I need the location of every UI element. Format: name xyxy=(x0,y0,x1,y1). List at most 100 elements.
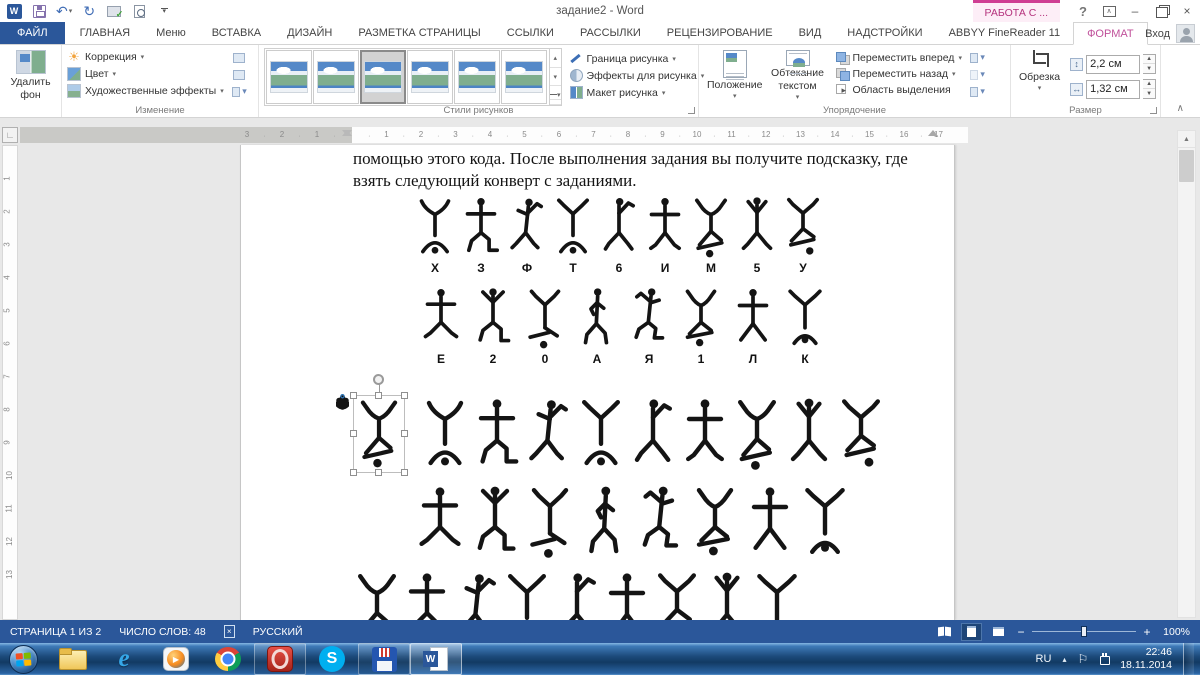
cipher-figure[interactable] xyxy=(837,395,885,475)
cipher-figure[interactable] xyxy=(471,483,519,563)
arrange-item[interactable]: Переместить назад▾ xyxy=(836,68,962,80)
picture-border-button[interactable]: Граница рисунка ▾ xyxy=(570,52,705,65)
cipher-figure[interactable]: 1 xyxy=(679,288,723,366)
picture-style-thumbnail[interactable] xyxy=(501,50,547,104)
arrange-item[interactable]: Область выделения xyxy=(836,84,962,96)
paragraph[interactable]: помощью этого кода. После выполнения зад… xyxy=(353,148,953,191)
height-spinner[interactable]: ▲▼ xyxy=(1143,54,1156,74)
sign-in[interactable]: Вход xyxy=(1145,22,1195,45)
cipher-figure[interactable] xyxy=(353,569,401,620)
ribbon-tab[interactable]: ГЛАВНАЯ xyxy=(67,22,143,44)
tray-expand-icon[interactable]: ▴ xyxy=(1062,655,1066,664)
cipher-figure[interactable] xyxy=(733,395,781,475)
reset-picture-icon[interactable]: ▾ xyxy=(232,85,247,98)
cipher-figure[interactable] xyxy=(653,569,701,620)
adjust-item[interactable]: ☀Коррекция▾ xyxy=(67,50,224,64)
resize-handle[interactable] xyxy=(350,392,357,399)
cipher-figure[interactable]: М xyxy=(689,197,733,275)
cipher-figure[interactable] xyxy=(356,398,402,473)
ribbon-tab[interactable]: РЕЦЕНЗИРОВАНИЕ xyxy=(654,22,786,44)
picture-style-thumbnail[interactable] xyxy=(266,50,312,104)
picture-height-input[interactable] xyxy=(1086,55,1140,74)
taskbar-button-save-tool[interactable] xyxy=(358,643,410,675)
width-spinner[interactable]: ▲▼ xyxy=(1143,79,1156,99)
zoom-in-button[interactable]: + xyxy=(1142,625,1152,639)
cipher-figure[interactable]: К xyxy=(783,288,827,366)
ribbon-tab[interactable]: ССЫЛКИ xyxy=(494,22,567,44)
read-mode-icon[interactable] xyxy=(935,624,954,640)
selected-picture[interactable] xyxy=(353,395,405,473)
cipher-figure[interactable]: 6 xyxy=(597,197,641,275)
start-button[interactable] xyxy=(0,643,46,675)
cipher-figure[interactable]: А xyxy=(575,288,619,366)
help-button[interactable]: ? xyxy=(1070,0,1096,22)
cipher-figure[interactable] xyxy=(525,395,573,475)
cipher-figure[interactable]: Ф xyxy=(505,197,549,275)
cipher-figure[interactable] xyxy=(691,483,739,563)
resize-handle[interactable] xyxy=(401,392,408,399)
cipher-figure[interactable] xyxy=(503,569,551,620)
proofing-icon[interactable]: × xyxy=(224,625,235,638)
cipher-figure[interactable]: И xyxy=(643,197,687,275)
gallery-scroll-up-icon[interactable]: ▴ xyxy=(550,49,561,68)
cipher-figure[interactable]: З xyxy=(459,197,503,275)
ribbon-tab[interactable]: ABBYY FineReader 11 xyxy=(936,22,1074,44)
rotate-handle[interactable] xyxy=(373,374,384,385)
gallery-scroll-down-icon[interactable]: ▾ xyxy=(550,68,561,87)
language-indicator[interactable]: РУССКИЙ xyxy=(253,626,303,638)
undo-button[interactable]: ↶▾ xyxy=(56,2,72,20)
cipher-figure[interactable]: Е xyxy=(419,288,463,366)
cipher-figure[interactable] xyxy=(746,483,794,563)
resize-handle[interactable] xyxy=(350,430,357,437)
cipher-figure[interactable] xyxy=(553,569,601,620)
cipher-figure[interactable] xyxy=(785,395,833,475)
ribbon-tab[interactable]: ДИЗАЙН xyxy=(274,22,345,44)
cipher-figure[interactable]: Л xyxy=(731,288,775,366)
vertical-ruler[interactable]: 12345678910111213 xyxy=(2,145,18,620)
ribbon-tab[interactable]: РАЗМЕТКА СТРАНИЦЫ xyxy=(345,22,493,44)
taskbar-button-opera[interactable] xyxy=(254,643,306,675)
ribbon-tab[interactable]: НАДСТРОЙКИ xyxy=(834,22,935,44)
contextual-tab-header[interactable]: РАБОТА С ... xyxy=(973,0,1060,22)
tab-file[interactable]: ФАЙЛ xyxy=(0,22,65,44)
scroll-up-icon[interactable]: ▲ xyxy=(1178,131,1195,148)
tab-selector[interactable]: ∟ xyxy=(2,127,18,143)
safely-remove-icon[interactable] xyxy=(1099,653,1109,665)
hanging-indent-marker[interactable] xyxy=(342,130,352,136)
cipher-figure[interactable]: Т xyxy=(551,197,595,275)
right-indent-marker[interactable] xyxy=(928,130,938,136)
gallery-scrollbar[interactable]: ▴ ▾ ▾ xyxy=(550,48,562,106)
picture-effects-button[interactable]: Эффекты для рисунка ▾ xyxy=(570,69,705,82)
ribbon-display-options-button[interactable]: ∧ xyxy=(1096,0,1122,22)
cipher-figure[interactable]: Х xyxy=(413,197,457,275)
restore-button[interactable] xyxy=(1148,0,1174,22)
position-button[interactable]: Положение ▾ xyxy=(704,48,766,104)
vertical-scrollbar[interactable]: ▲ xyxy=(1177,130,1196,618)
redo-button[interactable]: ↻ xyxy=(81,2,97,20)
cipher-figure[interactable]: 5 xyxy=(735,197,779,275)
picture-style-thumbnail[interactable] xyxy=(360,50,406,104)
ribbon-tab[interactable]: ВСТАВКА xyxy=(199,22,274,44)
taskbar-button-internet-explorer[interactable]: e xyxy=(98,643,150,675)
save-button[interactable] xyxy=(31,2,47,20)
resize-handle[interactable] xyxy=(350,469,357,476)
taskbar-button-media-player[interactable] xyxy=(150,643,202,675)
ribbon-tab[interactable]: Меню xyxy=(143,22,199,44)
crop-button[interactable]: Обрезка ▾ xyxy=(1016,48,1063,104)
resize-handle[interactable] xyxy=(375,392,382,399)
cipher-figure[interactable] xyxy=(703,569,751,620)
minimize-button[interactable]: – xyxy=(1122,0,1148,22)
web-layout-icon[interactable] xyxy=(989,624,1008,640)
print-preview-button[interactable] xyxy=(131,2,147,20)
taskbar-button-chrome[interactable] xyxy=(202,643,254,675)
zoom-out-button[interactable]: − xyxy=(1016,625,1026,639)
wrap-text-button[interactable]: Обтекание текстом ▾ xyxy=(766,48,830,104)
cipher-figure[interactable]: 0 xyxy=(523,288,567,366)
gallery-more-icon[interactable]: ▾ xyxy=(550,86,561,105)
close-button[interactable]: × xyxy=(1174,0,1200,22)
cipher-figure[interactable] xyxy=(603,569,651,620)
rotate-objects-icon[interactable]: ▾ xyxy=(970,85,985,98)
document-page[interactable]: помощью этого кода. После выполнения зад… xyxy=(240,145,955,620)
zoom-slider[interactable] xyxy=(1032,631,1136,632)
adjust-item[interactable]: Цвет▾ xyxy=(67,67,224,81)
